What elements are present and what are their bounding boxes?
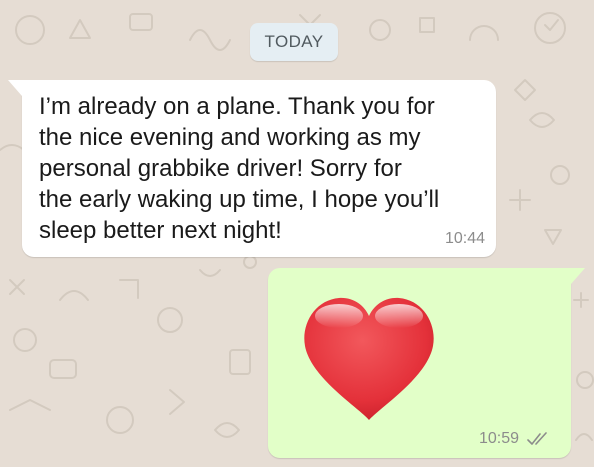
message-text: I’m already on a plane. Thank you for th… — [39, 93, 440, 244]
red-heart-emoji — [304, 297, 434, 420]
chat-wallpaper: TODAY I’m already on a plane. Thank you … — [0, 0, 594, 467]
date-separator-label: TODAY — [264, 32, 324, 51]
incoming-message-bubble[interactable]: I’m already on a plane. Thank you for th… — [8, 80, 496, 257]
date-separator: TODAY — [250, 23, 338, 61]
bubble-tail — [8, 80, 22, 96]
message-timestamp: 10:44 — [444, 230, 485, 247]
message-timestamp: 10:59 — [478, 430, 519, 447]
outgoing-message-bubble[interactable]: 10:59 — [268, 268, 585, 458]
double-check-icon — [527, 432, 547, 445]
bubble-tail — [571, 268, 585, 284]
